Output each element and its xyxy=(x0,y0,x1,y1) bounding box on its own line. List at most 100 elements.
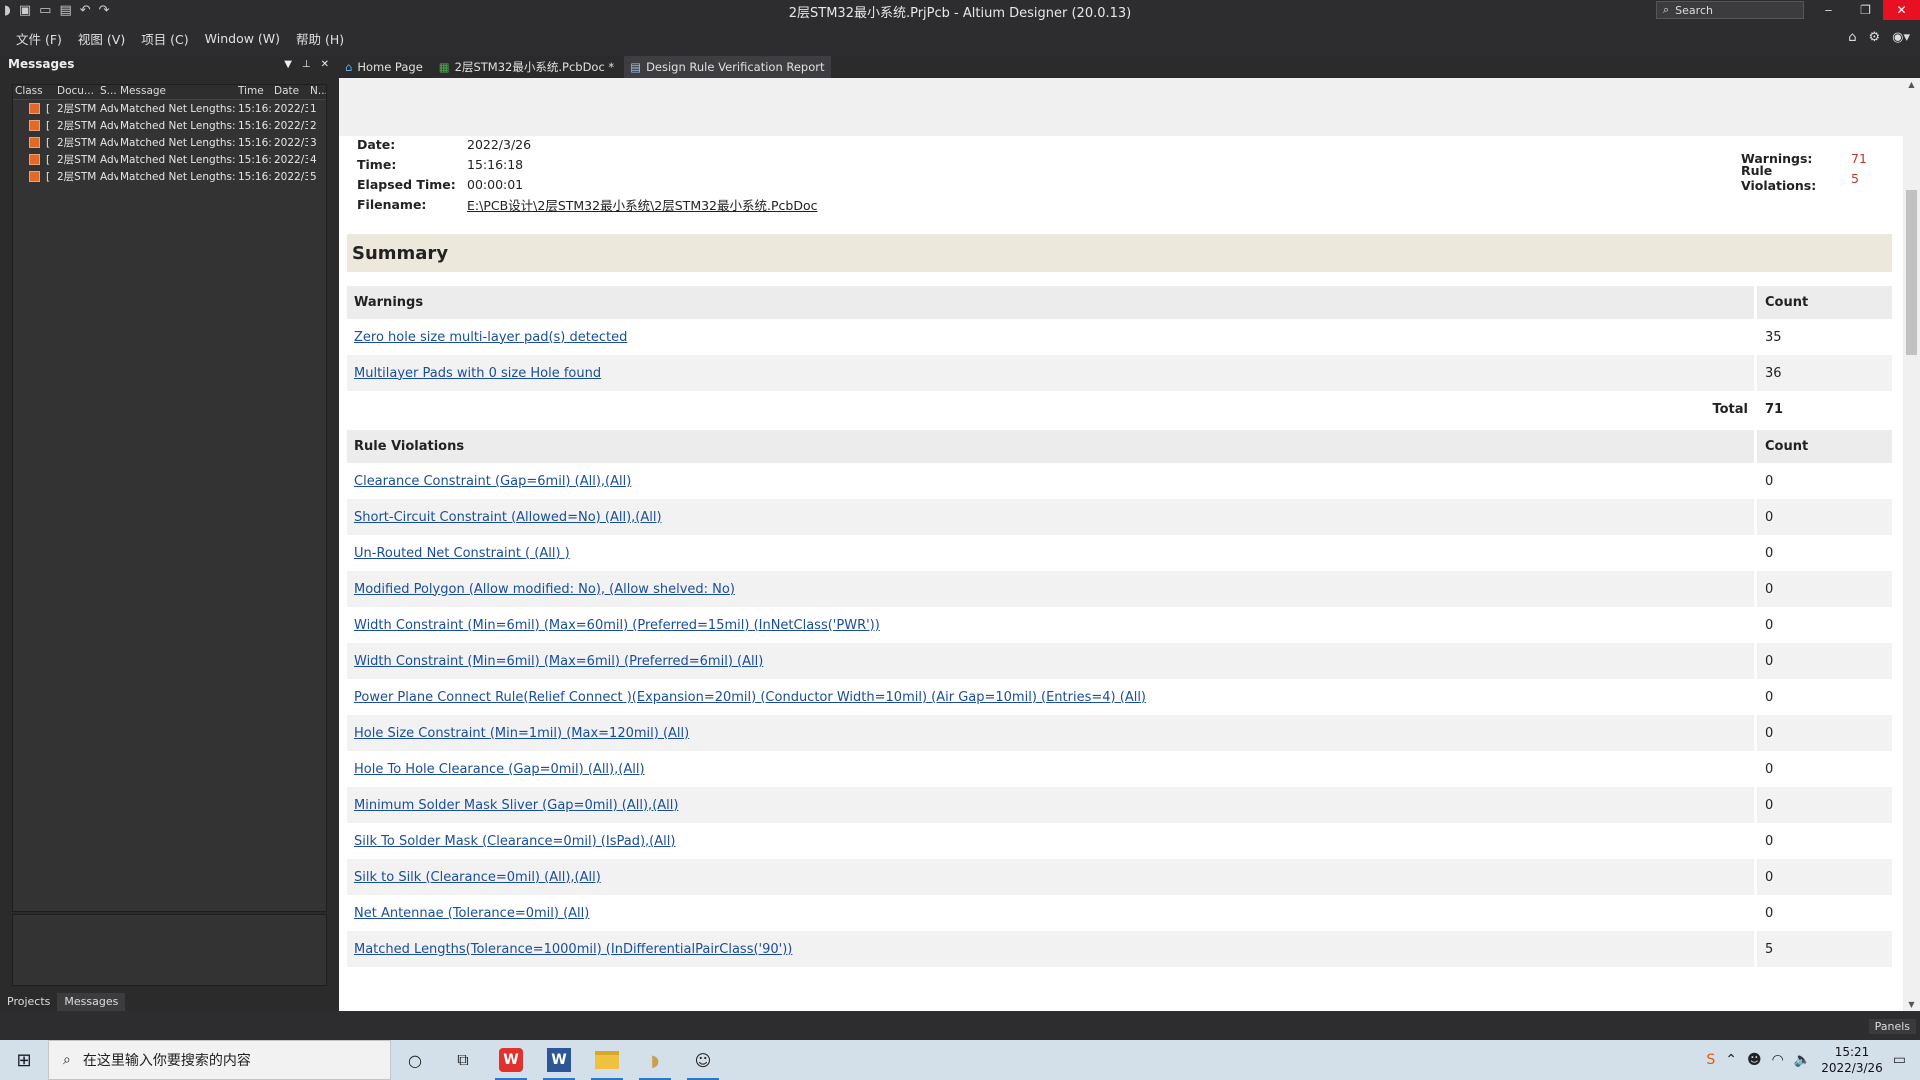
col-time[interactable]: Time xyxy=(236,85,272,99)
message-row[interactable]: [2层STM Adv Matched Net Lengths: 15:16: 2022/… xyxy=(13,168,326,185)
rule-link[interactable]: Short-Circuit Constraint (Allowed=No) (A… xyxy=(354,510,662,525)
rule-link[interactable]: Silk To Solder Mask (Clearance=0mil) (Is… xyxy=(354,834,675,849)
message-row[interactable]: [2层STM Adv Matched Net Lengths: 15:16: 2022/… xyxy=(13,134,326,151)
rule-name-cell: Clearance Constraint (Gap=6mil) (All),(A… xyxy=(347,463,1757,499)
panels-button[interactable]: Panels xyxy=(1868,1019,1916,1034)
message-class-text: [ xyxy=(46,153,51,166)
menu-help[interactable]: 帮助 (H) xyxy=(288,29,352,48)
clock-time: 15:21 xyxy=(1834,1045,1870,1059)
tray-expand-icon[interactable]: ⌃ xyxy=(1725,1052,1737,1068)
rule-name-cell: Hole Size Constraint (Min=1mil) (Max=120… xyxy=(347,715,1757,751)
rule-link[interactable]: Modified Polygon (Allow modified: No), (… xyxy=(354,582,735,597)
user-icon[interactable]: ◉▾ xyxy=(1892,30,1910,45)
message-text-cell: Matched Net Lengths: xyxy=(120,136,236,149)
col-class[interactable]: Class xyxy=(13,85,55,99)
user-app-icon[interactable]: ☺ xyxy=(679,1040,727,1080)
violations-count-value: 5 xyxy=(1851,170,1859,186)
redo-icon[interactable]: ↷ xyxy=(99,3,110,18)
message-row[interactable]: [2层STM Adv Matched Net Lengths: 15:16: 2022/… xyxy=(13,100,326,117)
message-row[interactable]: [2层STM Adv Matched Net Lengths: 15:16: 2022/… xyxy=(13,151,326,168)
message-text-cell: Matched Net Lengths: xyxy=(120,102,236,115)
gear-icon[interactable]: ⚙ xyxy=(1868,30,1880,45)
rule-link[interactable]: Net Antennae (Tolerance=0mil) (All) xyxy=(354,906,589,921)
task-view-icon[interactable]: ⧉ xyxy=(439,1040,487,1080)
tab-home-page[interactable]: ⌂ Home Page xyxy=(339,56,429,78)
wps-icon[interactable]: W xyxy=(487,1040,535,1080)
qq-icon[interactable]: ☻ xyxy=(1747,1052,1762,1068)
message-number-cell: 1 xyxy=(310,102,317,115)
windows-start-icon[interactable]: ⊞ xyxy=(0,1040,48,1080)
rule-link[interactable]: Width Constraint (Min=6mil) (Max=60mil) … xyxy=(354,618,880,633)
rule-link[interactable]: Matched Lengths(Tolerance=1000mil) (InDi… xyxy=(354,942,792,957)
minimize-button[interactable]: ‒ xyxy=(1810,0,1847,20)
panel-close-icon[interactable]: ✕ xyxy=(321,59,329,70)
save-all-icon[interactable]: ▤ xyxy=(59,3,71,18)
pin-icon[interactable]: ⊥ xyxy=(302,59,311,70)
message-row[interactable]: [2层STM Adv Matched Net Lengths: 15:16: 2022/… xyxy=(13,117,326,134)
violation-marker-icon xyxy=(29,154,40,165)
dropdown-icon[interactable]: ▼ xyxy=(284,59,292,70)
violations-header: Rule Violations xyxy=(347,430,1757,463)
col-message[interactable]: Message xyxy=(118,85,236,99)
save-icon[interactable]: ▣ xyxy=(19,3,31,18)
rule-count-cell: 0 xyxy=(1765,761,1774,777)
home-icon[interactable]: ⌂ xyxy=(1848,30,1856,45)
sogou-ime-icon[interactable]: S xyxy=(1706,1052,1715,1068)
scroll-thumb[interactable] xyxy=(1906,190,1917,355)
meta-value: 15:16:18 xyxy=(467,156,524,172)
rule-link[interactable]: Width Constraint (Min=6mil) (Max=6mil) (… xyxy=(354,654,763,669)
rule-link[interactable]: Hole To Hole Clearance (Gap=0mil) (All),… xyxy=(354,762,645,777)
violation-row: Matched Lengths(Tolerance=1000mil) (InDi… xyxy=(347,931,1892,967)
panel-tabs: Projects Messages xyxy=(0,993,126,1011)
restore-button[interactable]: ❐ xyxy=(1847,0,1884,20)
altium-icon[interactable]: ◗ xyxy=(631,1040,679,1080)
rule-link[interactable]: Minimum Solder Mask Sliver (Gap=0mil) (A… xyxy=(354,798,678,813)
violation-row: Silk To Solder Mask (Clearance=0mil) (Is… xyxy=(347,823,1892,859)
menu-file[interactable]: 文件 (F) xyxy=(8,29,70,48)
rule-link[interactable]: Zero hole size multi-layer pad(s) detect… xyxy=(354,330,627,345)
message-number-cell: 5 xyxy=(310,170,317,183)
meta-key: Date: xyxy=(357,136,396,152)
violations-count-label: Rule Violations: xyxy=(1741,163,1817,193)
message-detail-area xyxy=(12,914,327,986)
open-folder-icon[interactable]: ▭ xyxy=(39,3,51,18)
rule-link[interactable]: Clearance Constraint (Gap=6mil) (All),(A… xyxy=(354,474,631,489)
rule-count-cell: 0 xyxy=(1765,905,1774,921)
notification-icon[interactable]: ▭ xyxy=(1893,1052,1906,1068)
undo-icon[interactable]: ↶ xyxy=(80,3,91,18)
cortana-icon[interactable]: ○ xyxy=(391,1040,439,1080)
col-document[interactable]: Docu... xyxy=(55,85,98,99)
rule-count-cell: 0 xyxy=(1765,725,1774,741)
menu-window[interactable]: Window (W) xyxy=(197,31,288,46)
taskbar-search[interactable]: ⌕ 在这里输入你要搜索的内容 xyxy=(48,1040,391,1080)
rule-link[interactable]: Un-Routed Net Constraint ( (All) ) xyxy=(354,546,570,561)
col-source[interactable]: S... xyxy=(98,85,118,99)
scroll-down-icon[interactable]: ▼ xyxy=(1903,1000,1920,1009)
scroll-up-icon[interactable]: ▲ xyxy=(1903,80,1920,89)
network-icon[interactable]: ◠ xyxy=(1772,1052,1784,1068)
message-text-cell: Matched Net Lengths: xyxy=(120,170,236,183)
file-explorer-icon[interactable] xyxy=(583,1040,631,1080)
search-placeholder: Search xyxy=(1675,3,1713,17)
clock[interactable]: 15:21 2022/3/26 xyxy=(1821,1044,1883,1076)
rule-link[interactable]: Hole Size Constraint (Min=1mil) (Max=120… xyxy=(354,726,689,741)
col-date[interactable]: Date xyxy=(272,85,308,99)
volume-icon[interactable]: 🔈 xyxy=(1794,1052,1811,1068)
search-box[interactable]: ⌕ Search xyxy=(1656,1,1804,19)
tab-projects[interactable]: Projects xyxy=(0,993,57,1011)
menu-view[interactable]: 视图 (V) xyxy=(70,29,133,48)
rule-link[interactable]: Power Plane Connect Rule(Relief Connect … xyxy=(354,690,1146,705)
tab-drc-report[interactable]: ▤ Design Rule Verification Report xyxy=(624,56,831,78)
filename-link[interactable]: E:\PCB设计\2层STM32最小系统\2层STM32最小系统.PcbDoc xyxy=(467,195,817,214)
tab-messages[interactable]: Messages xyxy=(57,993,126,1011)
tab-pcbdoc[interactable]: ▦ 2层STM32最小系统.PcbDoc * xyxy=(433,56,620,78)
rule-link[interactable]: Multilayer Pads with 0 size Hole found xyxy=(354,366,601,381)
report-scrollbar[interactable]: ▲ ▼ xyxy=(1903,78,1920,1011)
word-icon[interactable]: W xyxy=(535,1040,583,1080)
rule-count-cell: 0 xyxy=(1765,509,1774,525)
close-button[interactable]: ✕ xyxy=(1883,0,1920,20)
rule-link[interactable]: Silk to Silk (Clearance=0mil) (All),(All… xyxy=(354,870,601,885)
menu-project[interactable]: 项目 (C) xyxy=(133,29,196,48)
col-number[interactable]: N... xyxy=(308,85,326,99)
message-class-cell: [ xyxy=(13,103,55,115)
